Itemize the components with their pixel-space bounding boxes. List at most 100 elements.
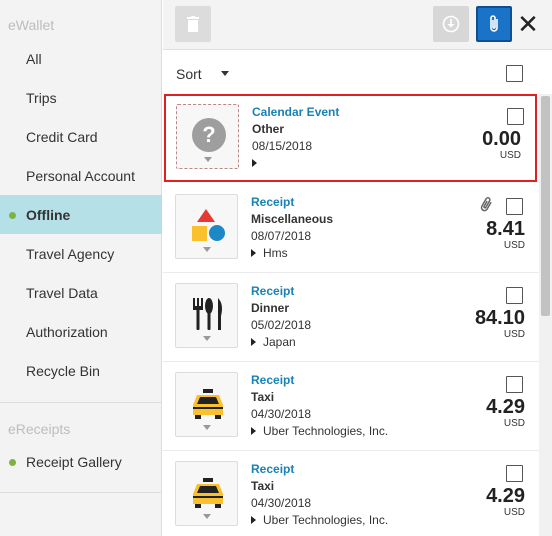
expand-caret-icon (251, 249, 256, 257)
sidebar-item-travel-data[interactable]: Travel Data (0, 273, 162, 312)
sidebar-item-personal-account[interactable]: Personal Account (0, 156, 162, 195)
item-amount: 4.29 (486, 485, 525, 507)
list-item[interactable]: Receipt Taxi 04/30/2018 Uber Technologie… (163, 362, 543, 451)
receipt-thumbnail[interactable] (175, 372, 238, 437)
item-date: 05/02/2018 (251, 318, 312, 332)
item-category: Taxi (251, 479, 275, 493)
chevron-down-icon (203, 514, 211, 519)
sidebar-item-label: All (26, 50, 42, 67)
item-type[interactable]: Receipt (251, 284, 294, 298)
item-type[interactable]: Receipt (251, 462, 294, 476)
paperclip-icon (490, 15, 498, 32)
list-item[interactable]: Receipt Dinner 05/02/2018 Japan 84.10 US… (163, 273, 543, 362)
sidebar-item-travel-agency[interactable]: Travel Agency (0, 234, 162, 273)
list-scrollbar[interactable] (539, 94, 552, 536)
item-vendor[interactable]: Uber Technologies, Inc. (251, 424, 388, 438)
item-vendor-label: Hms (263, 246, 288, 260)
item-category: Dinner (251, 301, 290, 315)
expand-caret-icon (251, 427, 256, 435)
item-category: Miscellaneous (251, 212, 334, 226)
list-item[interactable]: ? Calendar Event Other 08/15/2018 0.00 U… (164, 94, 537, 182)
svg-text:?: ? (202, 122, 215, 147)
chevron-down-icon (204, 157, 212, 162)
sidebar-item-offline[interactable]: Offline (0, 195, 162, 234)
item-currency: USD (503, 240, 525, 251)
sidebar-item-label: Travel Agency (26, 245, 115, 262)
sidebar-item-authorization[interactable]: Authorization (0, 312, 162, 351)
item-type[interactable]: Receipt (251, 195, 294, 209)
receipt-thumbnail[interactable] (175, 283, 238, 348)
taxi-icon (193, 478, 223, 508)
receipt-thumbnail[interactable] (175, 194, 238, 259)
status-dot (9, 211, 16, 219)
item-checkbox[interactable] (507, 108, 524, 125)
item-amount: 0.00 (482, 128, 521, 150)
sidebar-item-trips[interactable]: Trips (0, 78, 162, 117)
item-checkbox[interactable] (506, 198, 523, 215)
download-button[interactable] (433, 6, 469, 42)
item-currency: USD (503, 329, 525, 340)
taxi-icon (193, 389, 223, 419)
sidebar-item-all[interactable]: All (0, 39, 162, 78)
sidebar-item-label: Receipt Gallery (26, 453, 122, 470)
main-panel: ✕ Sort ? Calendar Event Other 08/15/2018… (163, 0, 552, 536)
scrollbar-thumb[interactable] (541, 96, 550, 316)
item-date: 04/30/2018 (251, 496, 312, 510)
expand-caret-icon (252, 159, 257, 167)
item-category: Taxi (251, 390, 275, 404)
chevron-down-icon[interactable] (221, 71, 229, 76)
item-vendor[interactable]: Japan (251, 335, 296, 349)
item-vendor-label: Japan (263, 335, 296, 349)
close-button[interactable]: ✕ (511, 6, 545, 42)
item-checkbox[interactable] (506, 376, 523, 393)
item-date: 04/30/2018 (251, 407, 312, 421)
receipt-thumbnail[interactable]: ? (176, 104, 239, 169)
item-category: Other (252, 122, 285, 136)
sidebar-item-label: Credit Card (26, 128, 98, 145)
item-currency: USD (503, 418, 525, 429)
toolbar: ✕ (163, 0, 552, 50)
status-dot (9, 458, 16, 466)
item-checkbox[interactable] (506, 287, 523, 304)
list-item[interactable]: Receipt Taxi 04/30/2018 Uber Technologie… (163, 451, 543, 536)
item-type[interactable]: Receipt (251, 373, 294, 387)
item-currency: USD (499, 150, 521, 161)
receipt-thumbnail[interactable] (175, 461, 238, 526)
item-vendor-label: Uber Technologies, Inc. (263, 424, 389, 438)
sidebar-item-receipt-gallery[interactable]: Receipt Gallery (0, 442, 162, 481)
item-amount: 8.41 (486, 218, 525, 240)
sidebar-item-credit-card[interactable]: Credit Card (0, 117, 162, 156)
sidebar-divider (0, 492, 162, 493)
question-icon: ? (192, 118, 226, 152)
attachment-icon (480, 197, 492, 212)
sidebar: eWallet All Trips Credit Card Personal A… (0, 0, 162, 536)
chevron-down-icon (203, 425, 211, 430)
item-vendor[interactable]: Uber Technologies, Inc. (251, 513, 388, 527)
item-type[interactable]: Calendar Event (252, 105, 339, 119)
shapes-icon (192, 209, 225, 241)
item-date: 08/07/2018 (251, 229, 312, 243)
item-date: 08/15/2018 (252, 139, 313, 153)
expand-caret-icon (251, 338, 256, 346)
ereceipts-section-title: eReceipts (8, 421, 71, 437)
sidebar-item-label: Trips (26, 89, 57, 106)
item-amount: 84.10 (474, 307, 525, 329)
sidebar-item-recycle-bin[interactable]: Recycle Bin (0, 351, 162, 390)
item-vendor[interactable]: Hms (251, 246, 288, 260)
sidebar-divider (0, 402, 162, 403)
expand-caret-icon (251, 516, 256, 524)
sidebar-item-label: Authorization (26, 323, 108, 340)
item-currency: USD (503, 507, 525, 518)
item-checkbox[interactable] (506, 465, 523, 482)
sidebar-item-label: Recycle Bin (26, 362, 100, 379)
sort-dropdown[interactable]: Sort (176, 66, 202, 82)
ewallet-section-title: eWallet (8, 17, 55, 33)
sidebar-item-label: Offline (26, 206, 71, 223)
item-vendor-label: Uber Technologies, Inc. (263, 513, 389, 527)
list-item[interactable]: Receipt Miscellaneous 08/07/2018 Hms 8.4… (163, 184, 543, 273)
sidebar-item-label: Travel Data (26, 284, 98, 301)
select-all-checkbox[interactable] (506, 65, 523, 82)
delete-button[interactable] (175, 6, 211, 42)
chevron-down-icon (203, 336, 211, 341)
attach-button[interactable] (476, 6, 512, 42)
